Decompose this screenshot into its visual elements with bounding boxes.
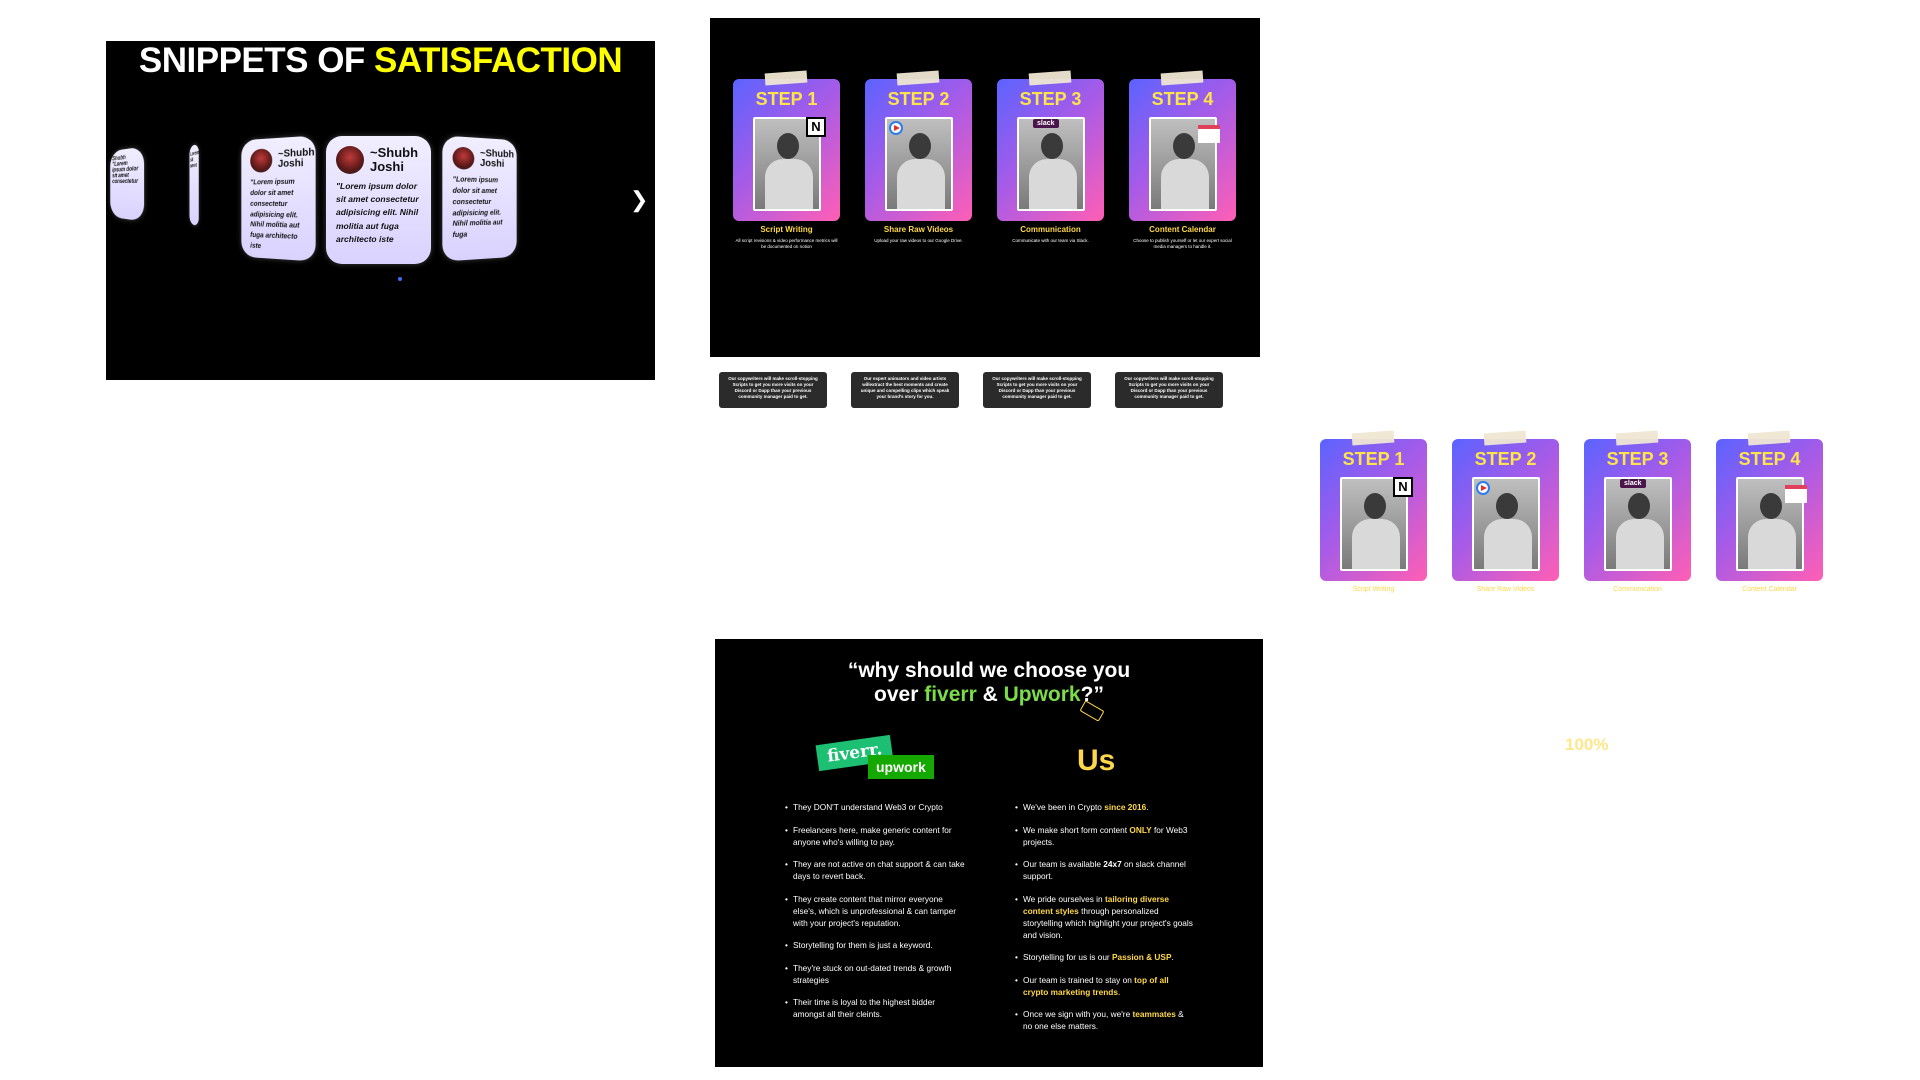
tape-decoration: [1615, 430, 1659, 446]
notion-icon: N: [1393, 477, 1413, 497]
list-item: Freelancers here, make generic content f…: [785, 824, 965, 848]
step-label: Content Calendar: [1742, 586, 1797, 593]
testimonial-card[interactable]: ~Shubh Joshi "Lorem ipsum dolor sit amet…: [442, 135, 517, 262]
step-label: Script Writing: [760, 225, 813, 234]
carousel-indicator-dot[interactable]: [398, 277, 402, 281]
person-photo: [1017, 117, 1085, 211]
list-item: Storytelling for them is just a keyword.: [785, 939, 965, 951]
testimonial-name: ~Shubh Joshi: [370, 145, 419, 174]
testimonials-title: SNIPPETS OF SATISFACTION: [138, 41, 623, 80]
step-label: Communication: [1613, 586, 1662, 593]
testimonial-card-edge-text: Shubh "Lorem ipsum dolor sit amet consec…: [112, 155, 139, 186]
step-number: STEP 4: [1151, 89, 1214, 109]
testimonials-panel: SNIPPETS OF SATISFACTION Shubh "Lorem ip…: [106, 41, 655, 380]
avatar: [336, 146, 364, 174]
list-item: They are not active on chat support & ca…: [785, 858, 965, 882]
step-number: STEP 1: [1342, 449, 1405, 469]
step-card[interactable]: STEP 2: [865, 70, 972, 221]
person-photo: [1604, 477, 1672, 571]
list-item: Storytelling for us is our Passion & USP…: [1015, 951, 1195, 963]
step-note[interactable]: Our copywriters will make scroll-stoppin…: [983, 372, 1091, 408]
step-card[interactable]: STEP 3 slack: [1584, 430, 1691, 581]
list-item: They're stuck on out-dated trends & grow…: [785, 962, 965, 986]
step-number: STEP 2: [1474, 449, 1537, 469]
list-item: They DON'T understand Web3 or Crypto: [785, 801, 965, 813]
testimonial-quote: "Lorem ipsum dolor sit amet consectetur …: [336, 181, 419, 244]
step-description: All script revisions & video performance…: [735, 238, 838, 249]
tape-decoration: [764, 70, 808, 86]
list-item: Once we sign with you, we're teammates &…: [1015, 1008, 1195, 1032]
list-item: We pride ourselves in tailoring diverse …: [1015, 893, 1195, 941]
step-note[interactable]: Our expert animators and video artists w…: [851, 372, 959, 408]
step-card[interactable]: STEP 3 slack: [997, 70, 1104, 221]
calendar-icon: [1198, 125, 1220, 143]
testimonial-name: ~Shubh Joshi: [480, 147, 514, 170]
step-card[interactable]: STEP 4: [1716, 430, 1823, 581]
us-list: We've been in Crypto since 2016. We make…: [1015, 801, 1195, 1043]
testimonial-card[interactable]: ~Shubh Joshi "Lorem ipsum dolor sit amet…: [241, 135, 316, 262]
tape-decoration: [1028, 70, 1072, 86]
chevron-right-icon[interactable]: ❯: [630, 187, 648, 213]
avatar: [250, 148, 273, 173]
step-description: Choose to publish yourself or let our ex…: [1133, 238, 1232, 249]
step-description: Upload your raw videos to our Google Dri…: [874, 238, 963, 243]
step-number: STEP 2: [887, 89, 950, 109]
step-number: STEP 3: [1019, 89, 1082, 109]
upwork-logo: upwork: [868, 755, 934, 779]
calendar-icon: [1785, 485, 1807, 503]
step-note[interactable]: Our copywriters will make scroll-stoppin…: [1115, 372, 1223, 408]
list-item: Our team is trained to stay on top of al…: [1015, 974, 1195, 998]
testimonial-card-edge-text: Lorem sit amet: [190, 149, 199, 170]
step-note[interactable]: Our copywriters will make scroll-stoppin…: [719, 372, 827, 408]
notion-icon: N: [806, 117, 826, 137]
avatar: [452, 146, 475, 170]
step-label: Script Writing: [1352, 586, 1395, 593]
list-item: They create content that mirror everyone…: [785, 893, 965, 929]
google-drive-icon: [889, 121, 903, 135]
slack-icon: slack: [1033, 119, 1059, 128]
list-item: We've been in Crypto since 2016.: [1015, 801, 1195, 813]
step-card[interactable]: STEP 1 N: [733, 70, 840, 221]
list-item: Their time is loyal to the highest bidde…: [785, 996, 965, 1020]
step-label: Share Raw Videos: [883, 225, 954, 234]
tape-decoration: [1747, 430, 1791, 446]
testimonial-name: ~Shubh Joshi: [277, 146, 315, 170]
slack-icon: slack: [1620, 479, 1646, 488]
step-number: STEP 4: [1738, 449, 1801, 469]
zoom-level: 100%: [1565, 735, 1609, 754]
comparison-panel: “why should we choose you over fiverr & …: [715, 639, 1263, 1067]
step-number: STEP 1: [755, 89, 818, 109]
comparison-question: “why should we choose you over fiverr & …: [847, 659, 1131, 707]
competitors-list: They DON'T understand Web3 or Crypto Fre…: [785, 801, 965, 1031]
testimonial-quote: "Lorem ipsum dolor sit amet consectetur …: [452, 176, 503, 240]
testimonial-card-edge[interactable]: Lorem sit amet: [189, 143, 199, 227]
google-drive-icon: [1476, 481, 1490, 495]
step-card[interactable]: STEP 4: [1129, 70, 1236, 221]
list-item: We make short form content ONLY for Web3…: [1015, 824, 1195, 848]
testimonial-quote: "Lorem ipsum dolor sit amet consectetur …: [250, 178, 300, 251]
steps-panel: STEP 1 N STEP 2 STEP 3 slack STEP 4 Scri…: [710, 18, 1260, 357]
step-card[interactable]: STEP 2: [1452, 430, 1559, 581]
tape-decoration: [1483, 430, 1527, 446]
testimonial-card-edge[interactable]: Shubh "Lorem ipsum dolor sit amet consec…: [110, 146, 145, 222]
tape-decoration: [1160, 70, 1204, 86]
step-description: Communicate with our team via Slack.: [1012, 238, 1089, 243]
us-heading: Us: [1077, 744, 1116, 777]
step-card[interactable]: STEP 1 N: [1320, 430, 1427, 581]
step-label: Communication: [1020, 225, 1081, 234]
step-label: Share Raw Videos: [1476, 586, 1535, 593]
list-item: Our team is available 24x7 on slack chan…: [1015, 858, 1195, 882]
tape-decoration: [1351, 430, 1395, 446]
tape-decoration: [896, 70, 940, 86]
step-label: Content Calendar: [1149, 225, 1216, 234]
testimonial-card[interactable]: ~Shubh Joshi "Lorem ipsum dolor sit amet…: [326, 136, 431, 264]
step-number: STEP 3: [1606, 449, 1669, 469]
